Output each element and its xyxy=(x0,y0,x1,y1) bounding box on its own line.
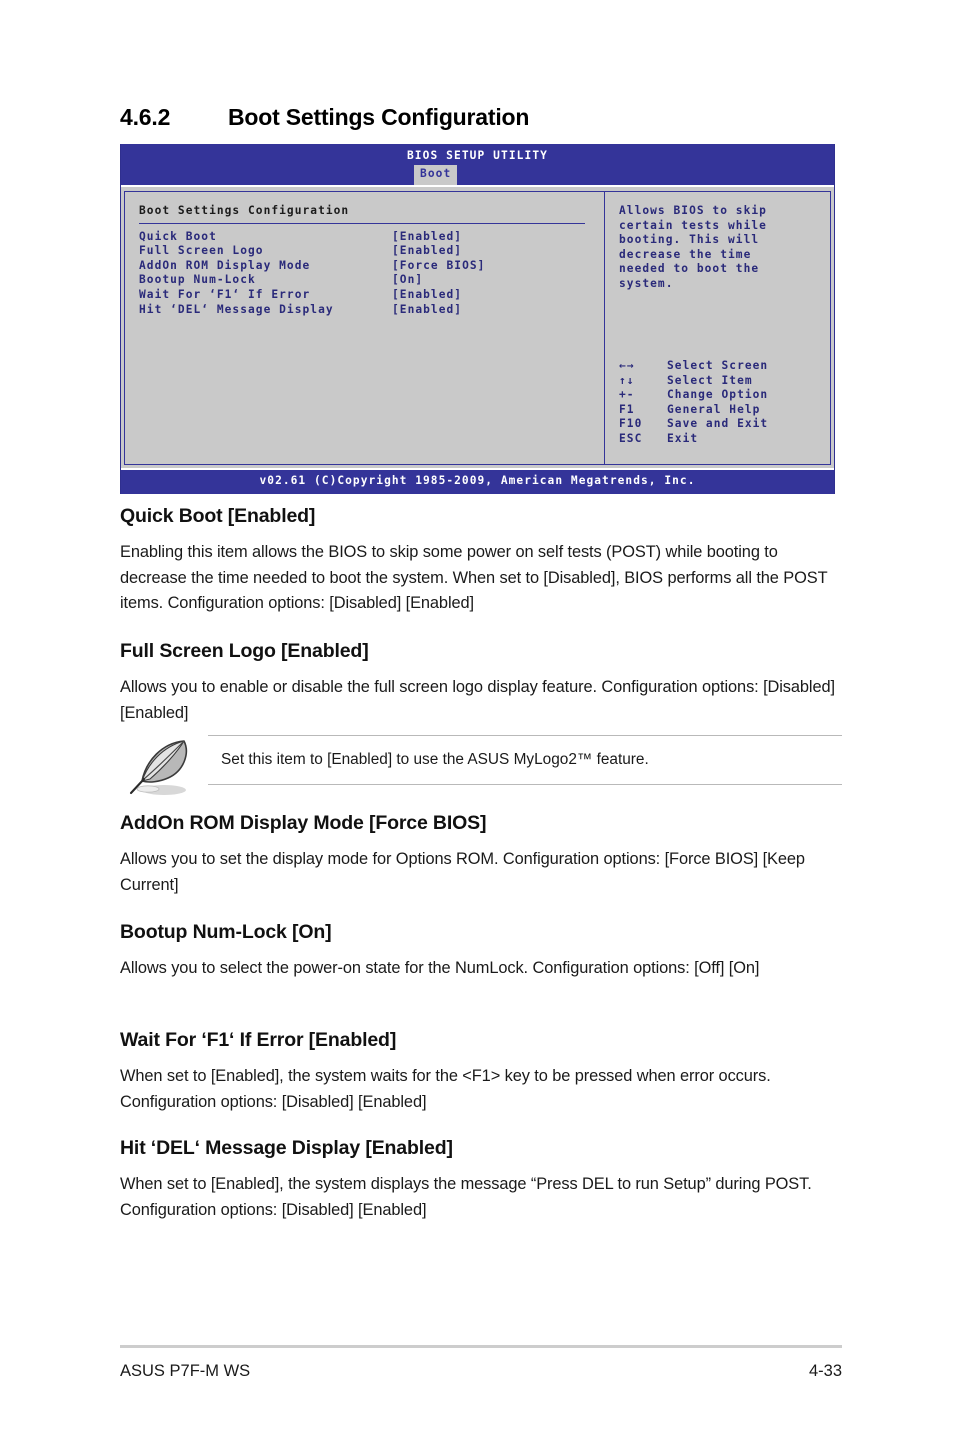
item-body: Allows you to enable or disable the full… xyxy=(120,678,835,722)
footer-page-number: 4-33 xyxy=(808,1362,842,1380)
item-heading: Hit ‘DEL‘ Message Display [Enabled] xyxy=(120,1137,453,1159)
bios-key-name: +- xyxy=(619,388,635,402)
bios-setting-row[interactable]: Full Screen Logo [Enabled] xyxy=(139,244,604,259)
note-text: Set this item to [Enabled] to use the AS… xyxy=(221,751,649,768)
item-heading: Wait For ‘F1‘ If Error [Enabled] xyxy=(120,1029,397,1051)
item-block-quick-boot: Quick Boot [Enabled] Enabling this item … xyxy=(120,505,842,617)
bios-setting-label: Bootup Num-Lock xyxy=(139,273,256,287)
bios-help-line: system. xyxy=(619,276,674,290)
bios-key-row: +- Change Option xyxy=(619,388,768,403)
note-icon-cell xyxy=(120,735,208,795)
bios-setting-label: Wait For ‘F1‘ If Error xyxy=(139,287,311,301)
note-text-cell: Set this item to [Enabled] to use the AS… xyxy=(208,735,842,785)
bios-help-line: needed to boot the xyxy=(619,262,760,276)
bios-key-row: ↑↓ Select Item xyxy=(619,374,768,389)
item-heading: Quick Boot [Enabled] xyxy=(120,505,316,527)
item-block-bootup-num-lock: Bootup Num-Lock [On] Allows you to selec… xyxy=(120,921,842,982)
item-body: When set to [Enabled], the system waits … xyxy=(120,1067,771,1111)
bios-key-row: F1 General Help xyxy=(619,403,768,418)
bios-setting-label: Quick Boot xyxy=(139,229,217,243)
item-body: Allows you to set the display mode for O… xyxy=(120,850,805,894)
bios-help-panel: Allows BIOS to skip certain tests while bo… xyxy=(605,192,830,464)
section-number: 4.6.2 xyxy=(120,104,171,130)
bios-setting-row[interactable]: Wait For ‘F1‘ If Error [Enabled] xyxy=(139,288,604,303)
bios-key-description: Exit xyxy=(667,431,699,445)
section-heading: 4.6.2 Boot Settings Configuration xyxy=(120,104,529,131)
bios-key-name: F1 xyxy=(619,402,635,416)
item-block-full-screen-logo: Full Screen Logo [Enabled] Allows you to… xyxy=(120,640,842,726)
bios-setting-value[interactable]: [On] xyxy=(392,273,423,288)
document-page: 4.6.2 Boot Settings Configuration BIOS S… xyxy=(0,0,954,1438)
bios-key-name: ESC xyxy=(619,431,643,445)
bios-key-row: ←→ Select Screen xyxy=(619,359,768,374)
bios-setting-row[interactable]: AddOn ROM Display Mode [Force BIOS] xyxy=(139,259,604,274)
bios-key-name: F10 xyxy=(619,417,643,431)
bios-key-description: General Help xyxy=(667,402,761,416)
bios-key-description: Change Option xyxy=(667,388,769,402)
bios-setting-value[interactable]: [Force BIOS] xyxy=(392,259,485,274)
footer-divider xyxy=(120,1345,842,1348)
bios-copyright-bar: v02.61 (C)Copyright 1985-2009, American … xyxy=(121,468,834,494)
bios-help-text: Allows BIOS to skip certain tests while bo… xyxy=(619,204,830,292)
bios-setting-value[interactable]: [Enabled] xyxy=(392,303,462,318)
bios-title: BIOS SETUP UTILITY xyxy=(406,149,549,162)
bios-key-description: Select Item xyxy=(667,373,753,387)
item-block-wait-for-f1-if-error: Wait For ‘F1‘ If Error [Enabled] When se… xyxy=(120,1029,842,1115)
bios-group-divider xyxy=(139,222,585,224)
item-heading: Full Screen Logo [Enabled] xyxy=(120,640,369,662)
item-body: Enabling this item allows the BIOS to sk… xyxy=(120,543,828,612)
bios-help-line: certain tests while xyxy=(619,218,767,232)
bios-setting-label: Hit ‘DEL‘ Message Display xyxy=(139,302,334,316)
bios-settings-panel: Boot Settings Configuration Quick Boot [E… xyxy=(125,192,605,464)
bios-title-bar: BIOS SETUP UTILITY Boot xyxy=(121,144,834,185)
bios-setting-row[interactable]: Hit ‘DEL‘ Message Display [Enabled] xyxy=(139,303,604,318)
bios-setting-value[interactable]: [Enabled] xyxy=(392,244,462,259)
item-block-hit-del-message-display: Hit ‘DEL‘ Message Display [Enabled] When… xyxy=(120,1137,842,1223)
bios-tab-boot[interactable]: Boot xyxy=(414,165,458,185)
bios-help-line: Allows BIOS to skip xyxy=(619,204,767,217)
quill-pen-icon xyxy=(129,740,188,795)
bios-setting-value[interactable]: [Enabled] xyxy=(392,288,462,303)
bios-setting-value[interactable]: [Enabled] xyxy=(392,230,462,245)
bios-body: Boot Settings Configuration Quick Boot [E… xyxy=(121,185,834,468)
bios-key-description: Select Screen xyxy=(667,359,769,372)
bios-key-row: F10 Save and Exit xyxy=(619,417,768,432)
bios-key-name: ↑↓ xyxy=(619,373,635,387)
item-body: Allows you to select the power-on state … xyxy=(120,959,760,977)
bios-settings-list: Quick Boot [Enabled] Full Screen Logo [Enab… xyxy=(139,230,604,318)
bios-key-name: ←→ xyxy=(619,359,635,372)
item-body: When set to [Enabled], the system displa… xyxy=(120,1175,812,1219)
bios-help-line: decrease the time xyxy=(619,247,752,261)
bios-key-legend: ←→ Select Screen ↑↓ Select Item +- Change Opt… xyxy=(619,359,768,447)
section-title: Boot Settings Configuration xyxy=(228,104,530,130)
bios-setting-row[interactable]: Quick Boot [Enabled] xyxy=(139,230,604,245)
item-heading: Bootup Num-Lock [On] xyxy=(120,921,332,943)
bios-key-description: Save and Exit xyxy=(667,417,769,431)
bios-group-title: Boot Settings Configuration xyxy=(139,204,350,217)
bios-setting-row[interactable]: Bootup Num-Lock [On] xyxy=(139,273,604,288)
bios-setting-label: Full Screen Logo xyxy=(139,244,264,258)
bios-key-row: ESC Exit xyxy=(619,432,768,447)
item-heading: AddOn ROM Display Mode [Force BIOS] xyxy=(120,812,487,834)
bios-inner-frame: Boot Settings Configuration Quick Boot [E… xyxy=(124,191,831,465)
note-callout: Set this item to [Enabled] to use the AS… xyxy=(120,735,842,795)
bios-setting-label: AddOn ROM Display Mode xyxy=(139,258,311,272)
bios-help-line: booting. This will xyxy=(619,233,760,247)
item-block-addon-rom-display-mode: AddOn ROM Display Mode [Force BIOS] Allo… xyxy=(120,812,842,898)
bios-setup-screen: BIOS SETUP UTILITY Boot Boot Settings Co… xyxy=(120,144,835,494)
